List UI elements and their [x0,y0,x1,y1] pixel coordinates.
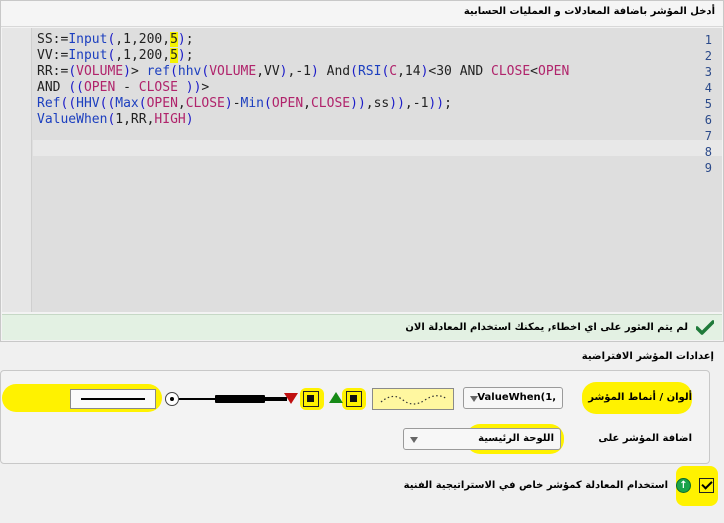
code-line: VV:=Input(,1,200,5); [37,48,194,63]
down-color-picker[interactable] [303,391,319,407]
editor-panel: أدخل المؤشر باضافة المعادلات و العمليات … [0,0,724,342]
line-number: 8 [704,145,712,159]
line-number: 4 [704,81,712,95]
use-as-strategy-label: استخدام المعادلة كمؤشر خاص في الاستراتيج… [403,480,668,491]
status-message: لم يتم العثور على اي اخطاء, يمكنك استخدا… [405,322,688,333]
validation-status-bar: لم يتم العثور على اي اخطاء, يمكنك استخدا… [2,314,722,340]
dotted-style-selector[interactable] [372,388,454,410]
strategy-option-row: ↑ استخدام المعادلة كمؤشر خاص في الاسترات… [404,478,714,493]
active-line-highlight [33,140,722,156]
info-icon[interactable]: ↑ [676,478,691,493]
panel-select-value: اللوحة الرئيسية [478,433,554,444]
code-line: Ref((HHV((Max(OPEN,CLOSE)-Min(OPEN,CLOSE… [37,96,452,111]
line-number: 5 [704,97,712,111]
line-style-selector[interactable] [70,389,156,409]
dotted-line-preview [380,395,448,405]
chevron-down-icon [410,437,418,443]
code-line: SS:=Input(,1,200,5); [37,32,194,47]
add-on-label: اضافة المؤشر على [598,433,692,444]
check-icon [696,319,714,335]
panel-select[interactable]: اللوحة الرئيسية [403,428,561,450]
code-editor[interactable]: 1 2 3 4 5 6 7 8 9 SS:=Input(,1,200,5); V… [2,28,722,312]
line-number: 6 [704,113,712,127]
colors-styles-label: ألوان / أنماط المؤشر [588,392,692,403]
code-line: AND ((OPEN - CLOSE ))> [37,80,210,95]
formula-select-value: ValueWhen(1, [477,392,556,403]
slider-track [215,395,265,403]
line-number: 7 [704,129,712,143]
line-width-slider[interactable] [165,391,290,407]
line-number: 1 [704,33,712,47]
slider-track [179,398,215,400]
settings-title: إعدادات المؤشر الافتراضية [581,351,714,362]
up-arrow-icon [329,392,343,403]
code-line: RR:=(VOLUME)> ref(hhv(VOLUME,VV),-1) And… [37,64,570,79]
line-number: 9 [704,161,712,175]
editor-title: أدخل المؤشر باضافة المعادلات و العمليات … [1,1,723,27]
code-line: ValueWhen(1,RR,HIGH) [37,112,194,127]
up-color-picker[interactable] [346,391,362,407]
line-number: 3 [704,65,712,79]
down-arrow-icon [284,393,298,404]
line-number: 2 [704,49,712,63]
slider-handle[interactable] [165,392,179,406]
line-number-gutter [2,28,32,312]
formula-output-select[interactable]: ValueWhen(1, [463,387,563,409]
use-as-strategy-checkbox[interactable] [699,478,714,493]
solid-line-preview [81,398,145,400]
